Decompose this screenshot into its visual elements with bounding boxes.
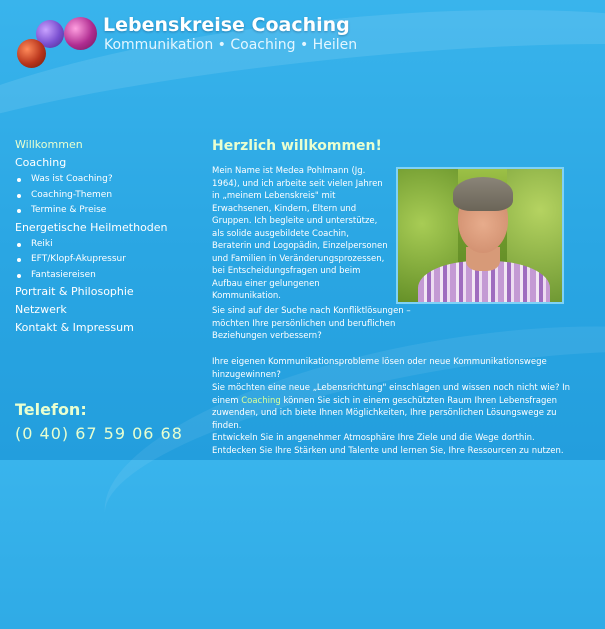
- nav-subitem-reiki[interactable]: Reiki: [17, 237, 200, 253]
- paragraph-kommunikationsprobleme: Ihre eigenen Kommunikationsprobleme löse…: [212, 357, 547, 380]
- portrait-photo: [396, 167, 564, 304]
- paragraph-lebensrichtung: Sie möchten eine neue „Lebensrichtung" e…: [212, 383, 571, 431]
- bullet-icon: [17, 209, 21, 213]
- nav-item-coaching[interactable]: Coaching: [15, 154, 200, 172]
- paragraph-konfliktloesungen: Sie sind auf der Suche nach Konfliktlösu…: [212, 306, 411, 341]
- magenta-sphere-icon: [64, 17, 97, 50]
- nav-item-energetische-heilmethoden[interactable]: Energetische Heilmethoden: [15, 219, 200, 237]
- nav-subitem-was-ist-coaching[interactable]: Was ist Coaching?: [17, 172, 200, 188]
- nav-submenu-coaching: Was ist Coaching? Coaching-Themen Termin…: [17, 172, 200, 219]
- nav-item-portrait-philosophie[interactable]: Portrait & Philosophie: [15, 283, 200, 301]
- nav-item-kontakt-impressum[interactable]: Kontakt & Impressum: [15, 319, 200, 337]
- site-subtitle: Kommunikation • Coaching • Heilen: [104, 37, 358, 53]
- bullet-icon: [17, 273, 21, 278]
- coaching-link[interactable]: Coaching: [241, 396, 281, 406]
- site-title[interactable]: Lebenskreise Coaching: [103, 14, 350, 36]
- page-title: Herzlich willkommen!: [212, 138, 382, 154]
- phone-label: Telefon:: [15, 400, 87, 419]
- main-navigation: Willkommen Coaching Was ist Coaching? Co…: [15, 136, 200, 337]
- bullet-icon: [17, 193, 21, 198]
- photo-hair: [453, 177, 513, 211]
- red-sphere-icon: [17, 39, 46, 68]
- nav-subitem-coaching-themen[interactable]: Coaching-Themen: [17, 188, 200, 204]
- nav-subitem-termine-preise[interactable]: Termine & Preise: [17, 203, 200, 219]
- bullet-icon: [17, 258, 21, 262]
- bullet-icon: [17, 178, 21, 182]
- phone-number[interactable]: (0 40) 67 59 06 68: [15, 424, 183, 443]
- intro-paragraph: Mein Name ist Medea Pohlmann (Jg. 1964),…: [212, 166, 388, 301]
- nav-subitem-fantasiereisen[interactable]: Fantasiereisen: [17, 268, 200, 284]
- nav-submenu-heilmethoden: Reiki EFT/Klopf-Akupressur Fantasiereise…: [17, 237, 200, 284]
- nav-item-netzwerk[interactable]: Netzwerk: [15, 301, 200, 319]
- logo[interactable]: [0, 0, 100, 70]
- nav-item-willkommen[interactable]: Willkommen: [15, 136, 200, 154]
- paragraph-ziele: Entwickeln Sie in angenehmer Atmosphäre …: [212, 433, 564, 456]
- nav-subitem-eft[interactable]: EFT/Klopf-Akupressur: [17, 252, 200, 268]
- bullet-icon: [17, 242, 21, 247]
